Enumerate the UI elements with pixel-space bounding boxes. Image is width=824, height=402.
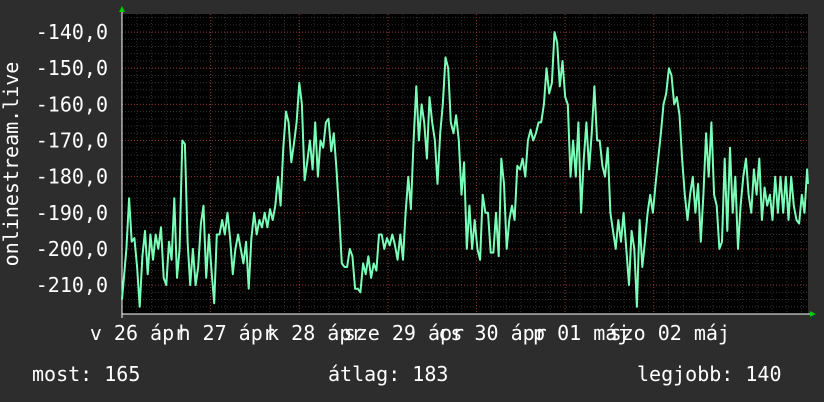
y-tick-label: -210,0: [36, 273, 108, 297]
y-axis-arrow-icon: [119, 6, 125, 12]
y-tick-label: -180,0: [36, 165, 108, 189]
stat-average: átlag: 183: [328, 362, 448, 386]
stat-average-value: 183: [412, 362, 449, 386]
y-tick-label: -170,0: [36, 129, 108, 153]
y-tick-label: -200,0: [36, 237, 108, 261]
y-tick-labels: -140,0 -150,0 -160,0 -170,0 -180,0 -190,0 -200…: [36, 20, 108, 297]
stat-current-value: 165: [104, 362, 141, 386]
x-tick-labels: v 26 áprh 27 áprk 28 áprsze 29 áprcs 30 …: [90, 321, 730, 345]
x-tick-label: v 26 ápr: [90, 321, 186, 345]
y-tick-label: -150,0: [36, 56, 108, 80]
x-tick-label: h 27 ápr: [178, 321, 274, 345]
stat-average-label: átlag:: [328, 362, 401, 386]
stat-current: most: 165: [32, 362, 140, 386]
y-axis-label: onlinestream.live: [0, 62, 23, 267]
line-chart: -140,0 -150,0 -160,0 -170,0 -180,0 -190,0 -200…: [0, 6, 816, 345]
x-tick-label: cs 30 ápr: [438, 321, 546, 345]
stat-best-value: 140: [745, 362, 782, 386]
stat-best: legjobb: 140: [637, 362, 782, 386]
y-tick-label: -140,0: [36, 20, 108, 44]
stat-current-label: most:: [32, 362, 93, 386]
y-tick-label: -190,0: [36, 201, 108, 225]
x-axis-arrow-icon: [810, 311, 816, 317]
stat-best-label: legjobb:: [637, 362, 734, 386]
y-tick-label: -160,0: [36, 92, 108, 116]
x-tick-label: szo 02 máj: [610, 321, 730, 345]
